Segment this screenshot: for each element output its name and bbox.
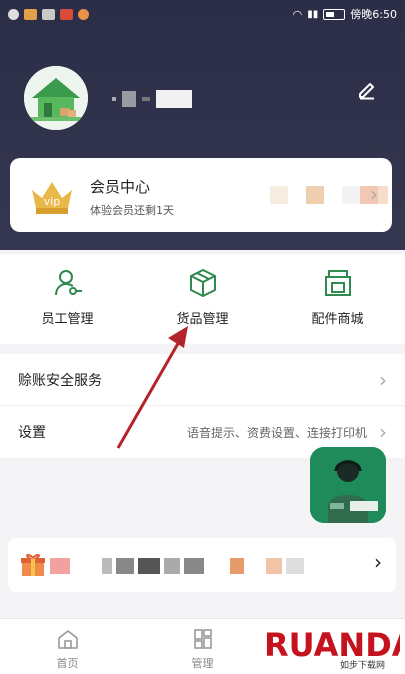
tool-goods-management[interactable]: 货品管理 (135, 254, 270, 344)
home-icon (57, 629, 78, 649)
promo-text-redacted (50, 558, 304, 574)
member-center-title: 会员中心 (90, 178, 151, 196)
chevron-right-icon: › (370, 182, 378, 206)
shop-icon (324, 270, 351, 296)
staff-icon (54, 270, 82, 296)
tool-label: 员工管理 (41, 312, 94, 327)
list-item-label: 设置 (18, 425, 46, 441)
status-notification-icons (8, 8, 89, 20)
settings-list: 赊账安全服务 › 设置 语音提示、资费设置、连接打印机 › (0, 354, 405, 458)
nav-item-manage[interactable]: 管理 (135, 619, 270, 674)
manage-icon (193, 629, 212, 649)
status-bar: ◠ ▮▮ 傍晚6:50 (0, 0, 405, 28)
signal-icon: ▮▮ (307, 8, 319, 20)
avatar[interactable] (24, 66, 88, 130)
tool-staff-management[interactable]: 员工管理 (0, 254, 135, 344)
list-item-description: 语音提示、资费设置、连接打印机 (186, 425, 367, 440)
status-system-icons: ◠ ▮▮ 傍晚6:50 (293, 6, 397, 22)
pencil-icon[interactable] (356, 78, 378, 100)
tool-label: 配件商城 (311, 312, 364, 327)
chevron-right-icon: › (379, 368, 387, 392)
app-icon (24, 8, 37, 20)
member-trial-status: 体验会员还剩1天 (90, 204, 174, 217)
nav-item-home[interactable]: 首页 (0, 619, 135, 674)
tools-grid: 员工管理 货品管理 配件商城 (0, 254, 405, 344)
app-icon (42, 8, 55, 20)
vip-crown-icon: vip (32, 182, 72, 214)
list-item-credit-security[interactable]: 赊账安全服务 › (0, 354, 405, 406)
box-icon (189, 269, 216, 297)
watermark-sub: 如步下载网 (340, 659, 385, 671)
list-item-label: 赊账安全服务 (18, 372, 102, 389)
nav-label: 首页 (56, 657, 79, 670)
nav-label: 管理 (191, 657, 214, 670)
username-redacted (112, 90, 192, 108)
wifi-icon: ◠ (292, 7, 303, 21)
tool-parts-mall[interactable]: 配件商城 (270, 254, 405, 344)
promo-banner[interactable]: › (8, 538, 396, 592)
customer-service-button[interactable] (310, 447, 386, 523)
member-center-card[interactable]: vip 会员中心 体验会员还剩1天 › (10, 158, 392, 232)
chat-icon (8, 8, 19, 20)
store-avatar-icon (24, 66, 88, 130)
app-icon (78, 8, 89, 20)
status-time: 傍晚6:50 (350, 8, 397, 21)
chevron-right-icon: › (374, 550, 382, 574)
tool-label: 货品管理 (176, 312, 229, 327)
watermark-logo: RUANDAO 如步下载网 (264, 626, 400, 671)
vip-badge-text: vip (44, 195, 61, 208)
app-icon (60, 8, 73, 20)
battery-icon (323, 8, 346, 20)
chevron-right-icon: › (379, 420, 387, 444)
watermark-brand: RUANDAO (264, 626, 400, 664)
customer-service-icon (310, 447, 386, 523)
gift-icon (21, 553, 45, 576)
